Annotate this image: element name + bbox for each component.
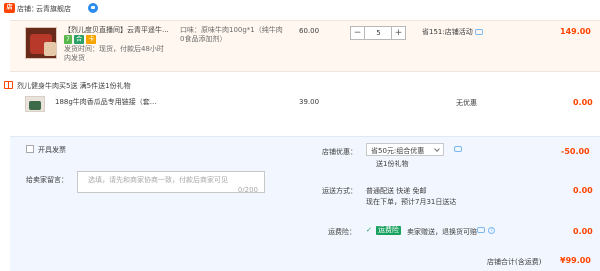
order-item-row: 188g牛肉香瓜品专用链接（套... 39.00 无优惠 0.00 (10, 93, 600, 115)
qty-increment-button[interactable]: + (391, 27, 405, 39)
gift-promo-row: 烈儿健身牛肉买5送 满5件送1份礼物 (0, 80, 600, 92)
shop-label: 店铺： (17, 5, 38, 13)
item-subtotal: 149.00 (560, 27, 591, 36)
insurance-label: 运费险： (328, 228, 356, 236)
seller-message-textarea[interactable]: 选填，请先和商家协商一致，付款后商家可见 0/200 (77, 171, 265, 194)
shop-icon: 店 (4, 3, 15, 13)
shop-discount-select[interactable]: 省50元:组合优惠 (366, 143, 444, 156)
insurance-chat-icon[interactable] (477, 227, 485, 233)
shop-discount-amount: -50.00 (561, 147, 590, 156)
shop-discount-sub: 送1份礼物 (376, 160, 409, 168)
promo-text: 省151:店铺活动 (422, 27, 483, 37)
qty-decrement-button[interactable]: − (351, 27, 365, 39)
message-label: 给卖家留言： (26, 176, 68, 184)
insurance-amount: 0.00 (573, 227, 593, 236)
shop-header: 店 店铺： 云青旗舰店 (0, 0, 600, 18)
invoice-checkbox[interactable] (26, 145, 34, 153)
sku-info: 口味：原味牛肉100g*1（纯牛肉 0食品添加剂） (180, 26, 283, 43)
insurance-text: 卖家赠送，退换货可赔 (407, 228, 477, 236)
product-title-link[interactable]: 188g牛肉香瓜品专用链接（套... (55, 98, 175, 107)
discount-info-icon[interactable] (454, 146, 462, 152)
quantity-stepper: − 5 + (350, 26, 406, 40)
chat-seller-icon[interactable] (88, 3, 98, 13)
guarantee-icon: 合 (74, 35, 85, 44)
help-icon[interactable]: ? (488, 227, 495, 234)
product-thumbnail[interactable] (25, 27, 57, 59)
gift-icon (4, 81, 13, 89)
shipping-amount: 0.00 (573, 186, 593, 195)
shop-discount-label: 店铺优惠： (322, 148, 357, 156)
promo-info-icon[interactable] (474, 29, 483, 35)
credit-card-icon: 卡 (86, 35, 97, 44)
message-placeholder: 选填，请先和商家协商一致，付款后商家可见 (88, 176, 228, 184)
order-options-panel: 开具发票 给卖家留言： 选填，请先和商家协商一致，付款后商家可见 0/200 店… (10, 136, 600, 271)
product-title-link[interactable]: 【烈儿度贝直播间】云青平遥牛... (64, 26, 179, 35)
order-item-row: 【烈儿度贝直播间】云青平遥牛... 7 合 卡 发货时间：现货，付款后48小时 … (10, 20, 600, 72)
shipping-method[interactable]: 普通配送 快递 免邮 (366, 186, 426, 196)
message-counter: 0/200 (237, 186, 258, 194)
invoice-label: 开具发票 (38, 146, 66, 154)
unit-price: 39.00 (299, 98, 320, 106)
service-badges: 7 合 卡 (64, 35, 97, 44)
qty-input[interactable]: 5 (366, 27, 391, 39)
unit-price: 60.00 (299, 27, 320, 35)
insurance-tag: 运费险 (376, 226, 401, 235)
total-label: 店铺合计(含运费) (487, 258, 542, 266)
shop-name-link[interactable]: 云青旗舰店 (36, 4, 71, 14)
seven-day-return-icon: 7 (64, 35, 72, 44)
check-icon: ✓ (366, 226, 372, 234)
promo-text: 无优惠 (456, 99, 477, 107)
product-thumbnail[interactable] (25, 96, 45, 112)
shipping-label: 运送方式： (322, 187, 357, 195)
gift-text: 烈儿健身牛肉买5送 满5件送1份礼物 (17, 82, 131, 90)
ship-time: 发货时间：现货，付款后48小时 内发货 (64, 45, 164, 62)
item-subtotal: 0.00 (573, 98, 593, 107)
chevron-down-icon (434, 146, 440, 152)
shipping-eta: 现在下单，预计7月31日送达 (366, 198, 457, 206)
total-value: ¥99.00 (560, 256, 591, 265)
